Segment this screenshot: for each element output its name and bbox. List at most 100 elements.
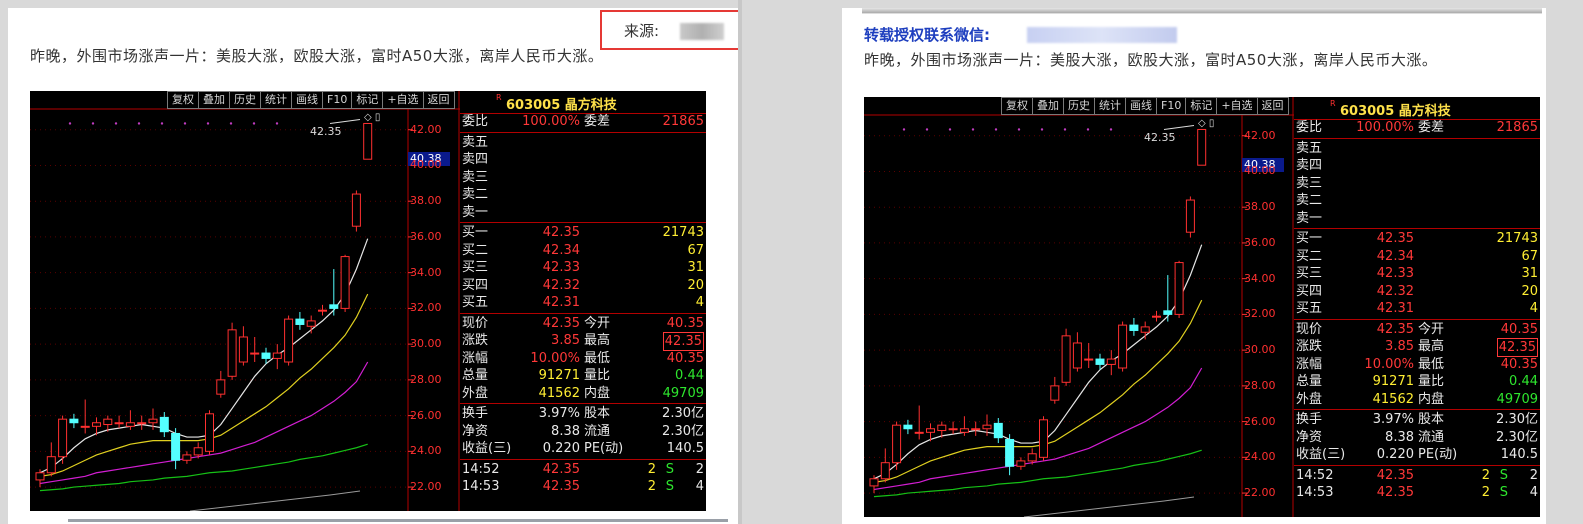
toolbar-button-3[interactable]: 统计 — [260, 91, 292, 109]
weicha-label: 委差 — [584, 114, 611, 129]
bid-price: 42.34 — [1376, 248, 1414, 264]
stat-label: 总量 — [462, 368, 489, 383]
stat2-label: 净资 — [462, 423, 489, 439]
weibi-label: 委比 — [1296, 120, 1323, 135]
weibi-label: 委比 — [462, 114, 489, 129]
weicha-label: 委差 — [1418, 120, 1445, 135]
stat-label2: 内盘 — [584, 385, 611, 401]
toolbar-button-5[interactable]: F10 — [1156, 97, 1187, 115]
candle-body — [35, 472, 45, 481]
separator — [460, 312, 706, 314]
tick-n: 2 — [695, 461, 704, 477]
bid-row: 买四 42.32 20 — [460, 277, 706, 294]
axis-label: 42.00 — [410, 122, 442, 136]
axis-label: 40.00 — [1244, 164, 1276, 178]
top-line — [862, 13, 1542, 14]
stat-row: 现价 42.35 今开 40.35 — [1294, 321, 1540, 338]
candle-body — [1152, 315, 1161, 318]
bid-volume: 31 — [687, 260, 704, 275]
candle-body — [1084, 358, 1094, 361]
bid-volume: 67 — [687, 242, 704, 258]
bid-volume: 21743 — [1496, 231, 1538, 246]
toolbar-button-1[interactable]: 叠加 — [198, 91, 230, 109]
separator — [460, 131, 706, 133]
toolbar-button-8[interactable]: 返回 — [1256, 97, 1289, 115]
stat-value: 42.35 — [1376, 321, 1414, 337]
weibi-value: 100.00% — [1356, 120, 1414, 135]
tick-dir: S — [665, 461, 674, 477]
stat2-row: 净资 8.38 流通 2.30亿 — [460, 423, 706, 440]
separator — [1294, 318, 1540, 320]
left-article-panel: 昨晚，外围市场涨声一片：美股大涨，欧股大涨，富时A50大涨，离岸人民币大涨。 来… — [8, 8, 738, 524]
panel-divider — [738, 0, 742, 524]
toolbar-button-2[interactable]: 历史 — [229, 91, 261, 109]
stat2-label2: PE(动) — [1418, 447, 1458, 462]
bid-row: 买三 42.33 31 — [460, 259, 706, 276]
stat-label2: 量比 — [1418, 374, 1445, 389]
toolbar-button-2[interactable]: 历史 — [1063, 97, 1095, 115]
candle-body — [103, 418, 113, 426]
bid-price: 42.31 — [1376, 301, 1414, 316]
tick-row: 14:52 42.35 2 S 2 — [1294, 467, 1540, 484]
high-dot — [902, 128, 906, 131]
ask-label: 卖五 — [462, 134, 489, 150]
stat-value: 91271 — [1372, 374, 1414, 389]
toolbar-button-0[interactable]: 复权 — [1001, 97, 1033, 115]
candle-body — [1197, 128, 1207, 166]
toolbar-button-4[interactable]: 画线 — [291, 91, 323, 109]
ma60-line — [39, 443, 368, 492]
toolbar-button-0[interactable]: 复权 — [167, 91, 199, 109]
candle-body — [69, 418, 79, 424]
stat2-label2: 股本 — [1418, 412, 1445, 427]
bid-row: 买一 42.35 21743 — [1294, 230, 1540, 247]
high-dot — [183, 122, 187, 125]
stat-value2: 49709 — [662, 385, 704, 401]
stat-value2: 40.35 — [666, 315, 704, 331]
candle-body — [1016, 460, 1026, 467]
high-dot — [1063, 128, 1067, 131]
candle-body — [1140, 326, 1150, 333]
high-dot — [1040, 128, 1044, 131]
weibi-value: 100.00% — [522, 114, 580, 129]
toolbar-button-7[interactable]: +自选 — [382, 91, 424, 109]
bid-price: 42.31 — [542, 295, 580, 310]
separator — [1294, 228, 1540, 229]
toolbar-button-4[interactable]: 画线 — [1125, 97, 1157, 115]
stat2-label: 净资 — [1296, 429, 1323, 445]
reprint-notice: 转载授权联系微信: — [864, 26, 990, 44]
toolbar-button-8[interactable]: 返回 — [422, 91, 455, 109]
stat-row: 总量 91271 量比 0.44 — [1294, 373, 1540, 390]
tick-row: 14:53 42.35 2 S 4 — [1294, 484, 1540, 501]
tick-dir: S — [1499, 485, 1508, 500]
toolbar-button-6[interactable]: 标记 — [1185, 97, 1218, 115]
stat-row: 涨幅 10.00% 最低 40.35 — [1294, 356, 1540, 373]
diamond-icon[interactable]: ◇ ▯ — [1198, 118, 1214, 129]
toolbar-button-7[interactable]: +自选 — [1216, 97, 1258, 115]
axis-label: 28.00 — [1244, 378, 1276, 392]
toolbar-button-3[interactable]: 统计 — [1094, 97, 1126, 115]
toolbar-button-5[interactable]: F10 — [322, 91, 353, 109]
candle-body — [182, 454, 192, 461]
axis-label: 34.00 — [1244, 271, 1276, 285]
stat-label2: 最高 — [1418, 339, 1445, 354]
stat-value: 42.35 — [542, 315, 580, 331]
bid-volume: 20 — [687, 277, 704, 293]
candle-body — [1106, 358, 1116, 365]
weibi-row: 委比 100.00% 委差 21865 — [460, 113, 706, 130]
bid-label: 买五 — [1296, 301, 1323, 316]
toolbar-button-6[interactable]: 标记 — [351, 91, 384, 109]
candle-body — [92, 422, 101, 427]
stat-value2: 49709 — [1496, 391, 1538, 407]
stat-value: 3.85 — [1385, 339, 1414, 354]
toolbar-button-1[interactable]: 叠加 — [1032, 97, 1064, 115]
bid-label: 买二 — [1296, 248, 1323, 264]
axis-label: 34.00 — [410, 265, 442, 279]
ma5-line — [39, 238, 369, 474]
source-label: 来源: — [624, 22, 660, 40]
ask-row: 卖五 — [460, 134, 706, 151]
bid-row: 买五 42.31 4 — [460, 294, 706, 311]
candle-body — [982, 424, 992, 430]
diamond-icon[interactable]: ◇ ▯ — [364, 112, 380, 123]
stat2-row: 收益(三) 0.220 PE(动) 140.5 — [1294, 446, 1540, 463]
stat2-row: 换手 3.97% 股本 2.30亿 — [460, 405, 706, 422]
